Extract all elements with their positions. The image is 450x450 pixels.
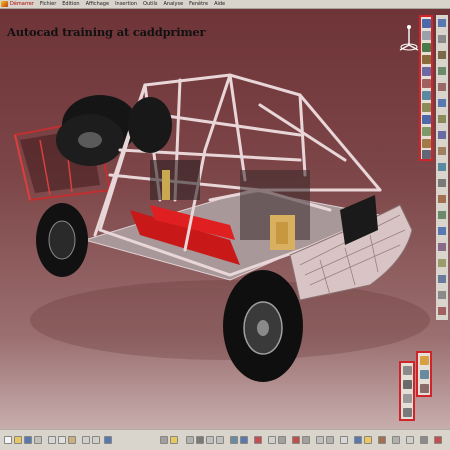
3d-viewport[interactable]: Autocad training at caddprimer [0,9,450,430]
material-icon[interactable] [378,436,386,444]
right-toolbar-secondary [436,15,448,320]
right-toolbar-bottom-b [416,351,432,397]
tool-icon[interactable] [422,79,431,88]
tool-icon[interactable] [438,259,446,267]
paste-icon[interactable] [68,436,76,444]
tool-icon[interactable] [420,370,429,379]
tool-icon[interactable] [422,150,431,159]
tool-icon[interactable] [403,408,412,417]
tool-icon[interactable] [438,51,446,59]
swap-visible-icon[interactable] [278,436,286,444]
save-icon[interactable] [24,436,32,444]
tool-icon[interactable] [422,91,431,100]
view-icon[interactable] [340,436,348,444]
tool-icon[interactable] [438,291,446,299]
tool-icon[interactable] [438,307,446,315]
tool-icon[interactable] [403,366,412,375]
tool-icon[interactable] [422,139,431,148]
menu-aide[interactable]: Aide [214,1,225,8]
tool-icon[interactable] [438,115,446,123]
tool-icon[interactable] [422,19,431,28]
tool-icon[interactable] [438,179,446,187]
measure-icon[interactable] [292,436,300,444]
tool-icon[interactable] [403,380,412,389]
wheel-rear-left [36,203,88,277]
settings-icon[interactable] [420,436,428,444]
menu-fenetre[interactable]: Fenêtre [189,1,208,8]
tool-icon[interactable] [438,83,446,91]
rotate-icon[interactable] [196,436,204,444]
tool-icon[interactable] [420,384,429,393]
shading-icon[interactable] [354,436,362,444]
menu-edition[interactable]: Edition [62,1,79,8]
close-icon[interactable] [434,436,442,444]
new-file-icon[interactable] [4,436,12,444]
watermark-text: Autocad training at caddprimer [7,25,206,39]
bottom-toolbar [0,429,450,450]
copy-icon[interactable] [58,436,66,444]
menu-fichier[interactable]: Fichier [40,1,56,8]
zoom-in-icon[interactable] [206,436,214,444]
tool-icon[interactable] [422,55,431,64]
app-logo-icon[interactable] [1,1,8,7]
right-toolbar-bottom-a [399,361,415,421]
fly-mode-icon[interactable] [160,436,168,444]
tool-icon[interactable] [438,67,446,75]
tool-icon[interactable] [438,195,446,203]
tool-icon[interactable] [420,356,429,365]
menu-analyse[interactable]: Analyse [163,1,183,8]
tool-icon[interactable] [438,147,446,155]
tool-icon[interactable] [422,103,431,112]
normal-view-icon[interactable] [230,436,238,444]
tool-icon[interactable] [403,394,412,403]
fit-all-icon[interactable] [170,436,178,444]
tool-icon[interactable] [438,211,446,219]
capture-icon[interactable] [392,436,400,444]
wheel-front-left [223,270,303,382]
print-icon[interactable] [34,436,42,444]
tool-icon[interactable] [438,275,446,283]
wheel-rear-hidden [128,97,172,153]
tool-icon[interactable] [438,131,446,139]
zoom-icon[interactable] [326,436,334,444]
hide-show-icon[interactable] [268,436,276,444]
tool-icon[interactable] [438,35,446,43]
measure-item-icon[interactable] [302,436,310,444]
grid-icon[interactable] [406,436,414,444]
tool-icon[interactable] [438,163,446,171]
menu-bar: Démarrer Fichier Edition Affichage Inser… [0,0,450,9]
iso-view-icon[interactable] [240,436,248,444]
tool-icon[interactable] [438,227,446,235]
menu-insertion[interactable]: Insertion [115,1,137,8]
menu-outils[interactable]: Outils [143,1,157,8]
render-style-icon[interactable] [254,436,262,444]
vehicle-model [13,73,430,382]
cut-icon[interactable] [48,436,56,444]
zoom-area-icon[interactable] [316,436,324,444]
undo-icon[interactable] [82,436,90,444]
tool-icon[interactable] [422,127,431,136]
pan-icon[interactable] [186,436,194,444]
tool-icon[interactable] [422,43,431,52]
compass-icon[interactable] [398,23,420,53]
help-icon[interactable] [104,436,112,444]
tool-icon[interactable] [438,243,446,251]
right-toolbar-main [419,15,433,161]
menu-affichage[interactable]: Affichage [86,1,110,8]
tool-icon[interactable] [438,19,446,27]
tool-icon[interactable] [422,115,431,124]
menu-demarrer[interactable]: Démarrer [10,1,34,8]
redo-icon[interactable] [92,436,100,444]
tool-icon[interactable] [422,31,431,40]
tool-icon[interactable] [422,67,431,76]
open-icon[interactable] [14,436,22,444]
tool-icon[interactable] [438,99,446,107]
zoom-out-icon[interactable] [216,436,224,444]
lighting-icon[interactable] [364,436,372,444]
